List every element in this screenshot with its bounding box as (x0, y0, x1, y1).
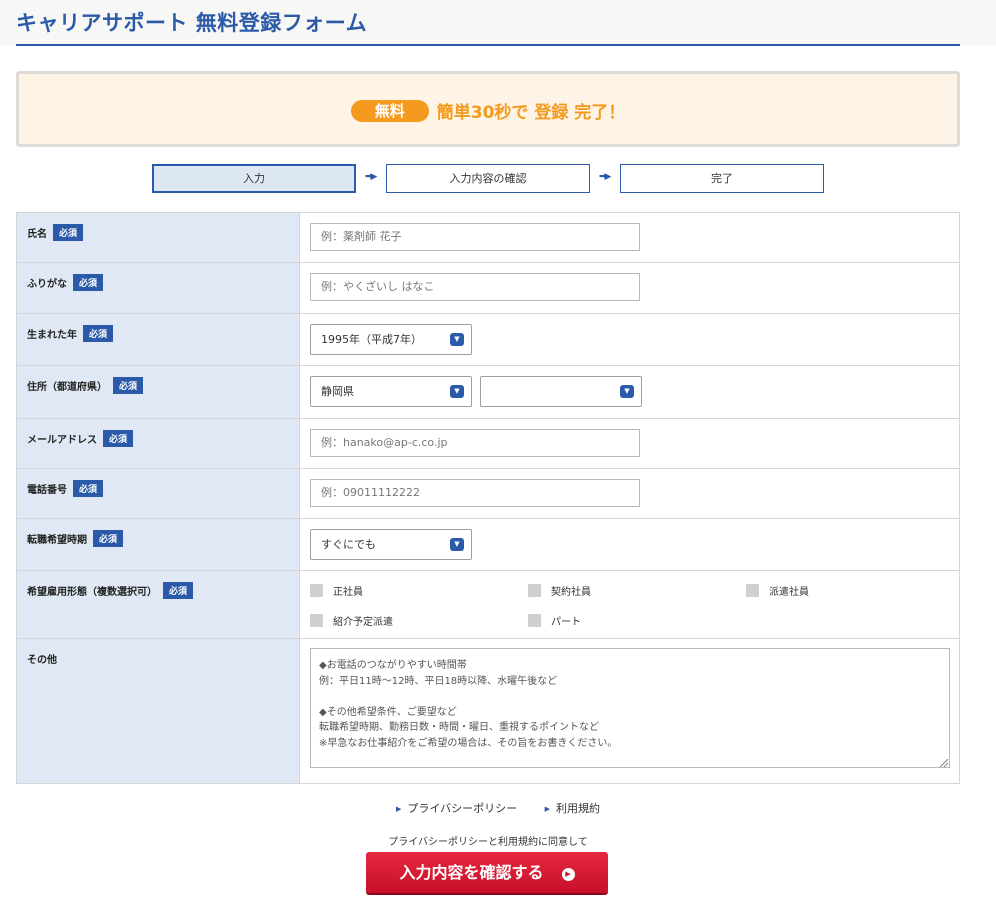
field-label: 生まれた年 (27, 330, 77, 341)
prefecture-select[interactable]: 静岡県 ▼ (310, 376, 472, 407)
field-label: 氏名 (27, 229, 47, 240)
step-arrow-icon: ➡▶ (599, 172, 612, 182)
field-label: 電話番号 (27, 485, 67, 496)
email-input[interactable]: 例：hanako@ap-c.co.jp (310, 429, 640, 457)
furigana-input[interactable]: 例：やくざいし はなこ (310, 273, 640, 301)
confirm-submit-button[interactable]: 入力内容を確認する ▶ (366, 852, 608, 893)
arrow-right-circle-icon: ▶ (561, 868, 575, 881)
field-label: 転職希望時期 (27, 535, 87, 546)
page-title: キャリアサポート 無料登録フォーム (16, 11, 368, 35)
employment-checkbox[interactable]: パート (528, 613, 581, 628)
form-row-employment: 希望雇用形態（複数選択可） 必須 正社員 契約社員 派遣社員 紹介予定派遣 パート (16, 571, 960, 639)
promo-banner: 無料 簡単30秒で 登録 完了！ (16, 71, 960, 147)
step-confirm: 入力内容の確認 (386, 164, 590, 193)
required-badge: 必須 (93, 530, 124, 547)
form-row-name: 氏名 必須 例：薬剤師 花子 (16, 213, 960, 263)
required-badge: 必須 (163, 582, 194, 599)
field-label: 住所（都道府県） (27, 382, 107, 393)
birth-year-select[interactable]: 1995年（平成7年） ▼ (310, 324, 472, 355)
form-row-timing: 転職希望時期 必須 すぐにでも ▼ (16, 519, 960, 571)
required-badge: 必須 (83, 325, 114, 342)
field-label: メールアドレス (27, 435, 97, 446)
required-badge: 必須 (73, 480, 104, 497)
employment-checkbox[interactable]: 紹介予定派遣 (310, 613, 393, 628)
employment-checkbox[interactable]: 派遣社員 (746, 583, 809, 598)
step-input: 入力 (152, 164, 356, 193)
form-row-furigana: ふりがな 必須 例：やくざいし はなこ (16, 263, 960, 314)
form-row-phone: 電話番号 必須 例：09011112222 (16, 469, 960, 519)
title-divider (16, 44, 960, 46)
form-row-other: その他 ◆お電話のつながりやすい時間帯 例：平日11時〜12時、平日18時以降、… (16, 639, 960, 784)
triangle-right-icon: ▶ (395, 805, 402, 813)
terms-link[interactable]: ▶ 利用規約 (545, 800, 600, 816)
step-arrow-icon: ➡▶ (365, 172, 378, 182)
name-input[interactable]: 例：薬剤師 花子 (310, 223, 640, 251)
step-complete: 完了 (620, 164, 824, 193)
agree-text: プライバシーポリシーと利用規約に同意して (388, 837, 588, 848)
chevron-down-icon: ▼ (620, 385, 634, 398)
chevron-down-icon: ▼ (450, 333, 464, 346)
timing-select[interactable]: すぐにでも ▼ (310, 529, 472, 560)
free-badge: 無料 (350, 99, 429, 122)
field-label: その他 (27, 655, 57, 666)
city-select[interactable]: ▼ (480, 376, 642, 407)
chevron-down-icon: ▼ (450, 538, 464, 551)
triangle-right-icon: ▶ (544, 805, 551, 813)
form-row-email: メールアドレス 必須 例：hanako@ap-c.co.jp (16, 419, 960, 469)
required-badge: 必須 (53, 224, 84, 241)
employment-checkbox[interactable]: 正社員 (310, 583, 363, 598)
chevron-down-icon: ▼ (450, 385, 464, 398)
required-badge: 必須 (103, 430, 134, 447)
form-row-address: 住所（都道府県） 必須 静岡県 ▼ ▼ (16, 366, 960, 419)
field-label: 希望雇用形態（複数選択可） (27, 587, 157, 598)
employment-checkbox[interactable]: 契約社員 (528, 583, 591, 598)
form-row-birth-year: 生まれた年 必須 1995年（平成7年） ▼ (16, 314, 960, 366)
phone-input[interactable]: 例：09011112222 (310, 479, 640, 507)
other-textarea[interactable]: ◆お電話のつながりやすい時間帯 例：平日11時〜12時、平日18時以降、水曜午後… (310, 648, 950, 768)
required-badge: 必須 (113, 377, 144, 394)
step-indicator: 入力 ➡▶ 入力内容の確認 ➡▶ 完了 (0, 164, 996, 194)
policy-links: ▶ プライバシーポリシー ▶ 利用規約 (0, 800, 996, 816)
resize-handle-icon[interactable] (940, 759, 948, 767)
registration-form: 氏名 必須 例：薬剤師 花子 ふりがな 必須 例：やくざいし はなこ 生まれた年 必須… (16, 212, 960, 784)
required-badge: 必須 (73, 274, 104, 291)
privacy-policy-link[interactable]: ▶ プライバシーポリシー (396, 800, 517, 816)
field-label: ふりがな (27, 279, 67, 290)
banner-text: 簡単30秒で 登録 完了！ (436, 103, 626, 123)
